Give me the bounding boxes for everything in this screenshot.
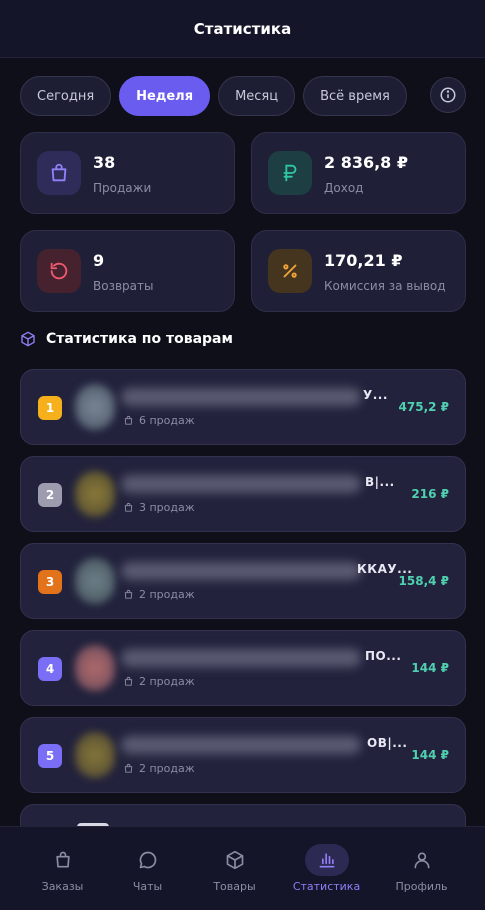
product-price: 216 ₽ xyxy=(411,487,449,501)
bottom-nav: Заказы Чаты Товары Статистика Профиль xyxy=(0,826,485,910)
product-price: 158,4 ₽ xyxy=(398,574,449,588)
box-icon xyxy=(21,331,35,347)
rank-badge: 5 xyxy=(38,744,62,768)
product-name-blurred xyxy=(121,388,361,406)
product-thumbnail xyxy=(75,732,115,778)
sales-label: Продажи xyxy=(93,181,152,195)
nav-label: Чаты xyxy=(132,880,163,893)
shopping-bag-icon xyxy=(37,151,81,195)
nav-profile[interactable]: Профиль xyxy=(373,827,470,910)
rank-badge: 2 xyxy=(38,483,62,507)
product-sales: 2 продаж xyxy=(123,675,195,688)
product-name-blurred xyxy=(121,475,361,493)
product-row[interactable]: 1 У... 6 продаж 475,2 ₽ xyxy=(20,369,466,445)
product-thumbnail xyxy=(75,471,115,517)
product-thumbnail xyxy=(75,645,115,691)
commission-value: 170,21 ₽ xyxy=(324,251,403,270)
product-row[interactable]: 4 ПО... 2 продаж 144 ₽ xyxy=(20,630,466,706)
product-row[interactable]: 5 ОВ|... 2 продаж 144 ₽ xyxy=(20,717,466,793)
tab-today[interactable]: Сегодня xyxy=(20,76,112,116)
sales-value: 38 xyxy=(93,153,116,172)
info-button[interactable] xyxy=(430,77,466,113)
product-sales: 6 продаж xyxy=(123,414,195,427)
product-name-blurred xyxy=(121,562,361,580)
ruble-icon xyxy=(268,151,312,195)
returns-card: 9 Возвраты xyxy=(20,230,235,312)
nav-label: Статистика xyxy=(292,880,361,893)
sales-card: 38 Продажи xyxy=(20,132,235,214)
bag-small-icon xyxy=(124,415,133,425)
product-price: 144 ₽ xyxy=(411,748,449,762)
product-sales: 2 продаж xyxy=(123,588,195,601)
rank-badge: 3 xyxy=(38,570,62,594)
returns-label: Возвраты xyxy=(93,279,154,293)
tab-week[interactable]: Неделя xyxy=(119,76,211,116)
product-thumbnail xyxy=(75,384,115,430)
product-sales: 3 продаж xyxy=(123,501,195,514)
product-sales: 2 продаж xyxy=(123,762,195,775)
nav-label: Заказы xyxy=(41,880,84,893)
nav-orders[interactable]: Заказы xyxy=(14,827,111,910)
product-name-blurred xyxy=(121,736,361,754)
product-name-tail: У... xyxy=(363,388,388,402)
tab-month[interactable]: Месяц xyxy=(218,76,296,116)
product-sales-text: 2 продаж xyxy=(139,762,195,775)
product-name-blurred xyxy=(121,649,361,667)
returns-value: 9 xyxy=(93,251,105,270)
nav-statistics[interactable]: Статистика xyxy=(278,827,375,910)
bag-small-icon xyxy=(124,502,133,512)
period-tabs: Сегодня Неделя Месяц Всё время xyxy=(20,76,407,116)
chat-icon xyxy=(126,844,170,876)
bag-small-icon xyxy=(124,676,133,686)
page-title: Статистика xyxy=(193,19,292,38)
nav-label: Профиль xyxy=(395,880,448,893)
product-sales-text: 3 продаж xyxy=(139,501,195,514)
stats-content: Сегодня Неделя Месяц Всё время 38 Продаж… xyxy=(0,58,485,826)
income-card: 2 836,8 ₽ Доход xyxy=(251,132,466,214)
product-sales-text: 6 продаж xyxy=(139,414,195,427)
product-price: 144 ₽ xyxy=(411,661,449,675)
section-title: Статистика по товарам xyxy=(20,331,233,347)
section-title-text: Статистика по товарам xyxy=(46,331,233,347)
product-row-partial[interactable] xyxy=(20,804,466,826)
product-row[interactable]: 2 В|... 3 продаж 216 ₽ xyxy=(20,456,466,532)
user-icon xyxy=(400,844,444,876)
commission-card: 170,21 ₽ Комиссия за вывод xyxy=(251,230,466,312)
product-row[interactable]: 3 ККАУ... 2 продаж 158,4 ₽ xyxy=(20,543,466,619)
box-icon xyxy=(213,844,257,876)
bag-small-icon xyxy=(124,589,133,599)
rank-badge: 1 xyxy=(38,396,62,420)
rank-badge: 4 xyxy=(38,657,62,681)
info-icon xyxy=(440,87,456,103)
shopping-bag-icon xyxy=(41,844,85,876)
bag-small-icon xyxy=(124,763,133,773)
product-price: 475,2 ₽ xyxy=(398,400,449,414)
percent-icon xyxy=(268,249,312,293)
nav-chats[interactable]: Чаты xyxy=(99,827,196,910)
product-name-tail: ПО... xyxy=(365,649,402,663)
nav-label: Товары xyxy=(213,880,256,893)
nav-products[interactable]: Товары xyxy=(186,827,283,910)
product-sales-text: 2 продаж xyxy=(139,588,195,601)
product-sales-text: 2 продаж xyxy=(139,675,195,688)
commission-label: Комиссия за вывод xyxy=(324,279,446,293)
product-name-tail: ОВ|... xyxy=(367,736,408,750)
tab-all-time[interactable]: Всё время xyxy=(303,76,407,116)
top-bar: Статистика xyxy=(0,0,485,58)
bar-chart-icon xyxy=(304,844,349,876)
product-thumbnail xyxy=(75,558,115,604)
refresh-icon xyxy=(37,249,81,293)
product-name-tail: В|... xyxy=(365,475,395,489)
income-label: Доход xyxy=(324,181,364,195)
income-value: 2 836,8 ₽ xyxy=(324,153,409,172)
